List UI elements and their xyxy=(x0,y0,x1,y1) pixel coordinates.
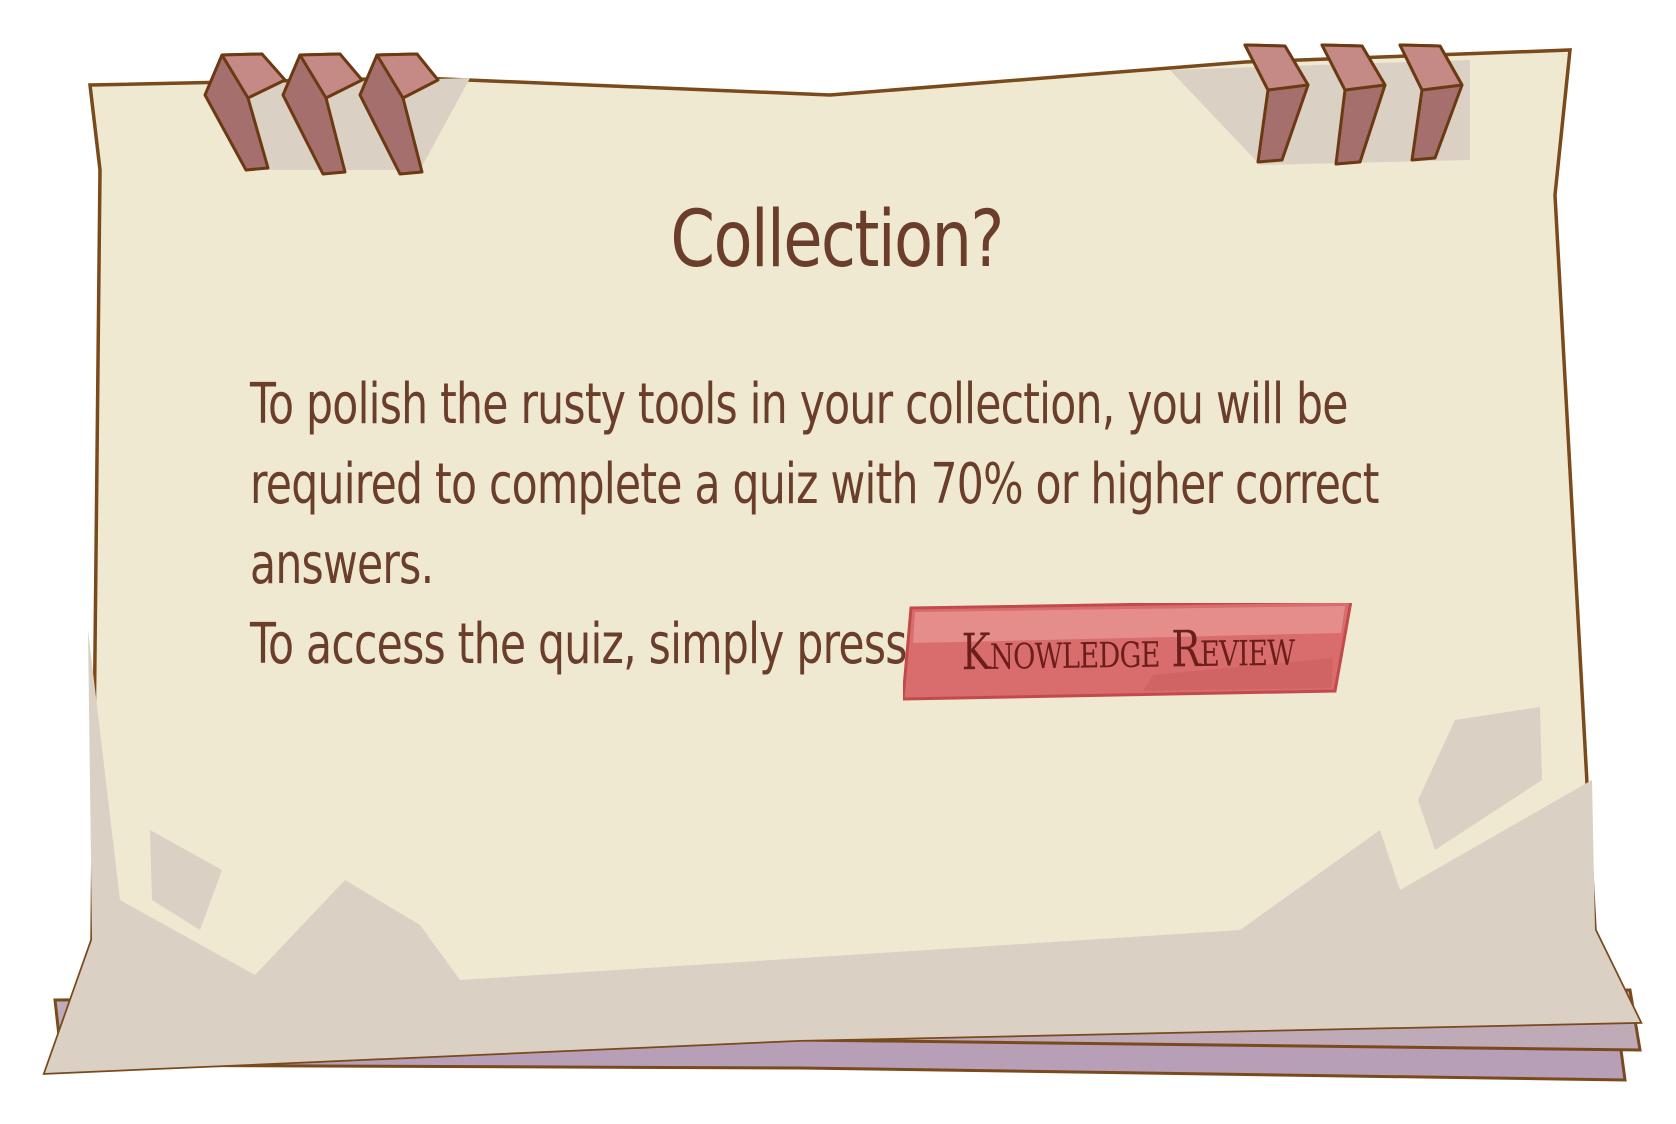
knowledge-review-button[interactable]: Knowledge Review xyxy=(903,603,1353,703)
binder-tabs-right xyxy=(1243,43,1464,166)
knowledge-review-label: Knowledge Review xyxy=(961,618,1295,682)
body-line: required to complete a quiz with 70% or … xyxy=(250,452,1379,517)
binder-tabs-left xyxy=(203,52,440,176)
dialog-title: Collection? xyxy=(670,195,1004,285)
body-line: To polish the rusty tools in your collec… xyxy=(250,372,1348,437)
quiz-dialog: Collection? To polish the rusty tools in… xyxy=(0,0,1676,1124)
body-line: answers. xyxy=(250,532,434,597)
